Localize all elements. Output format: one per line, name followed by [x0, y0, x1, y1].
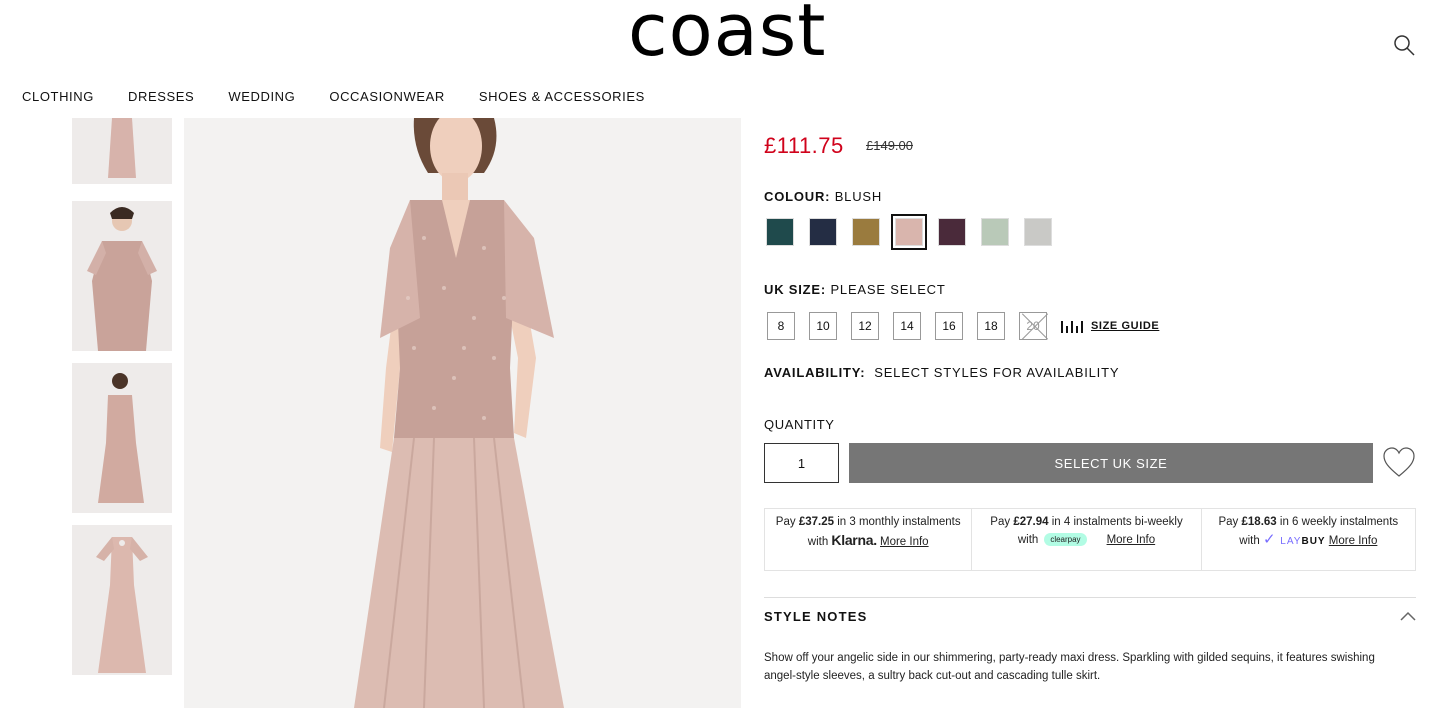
quantity-label: QUANTITY	[764, 417, 835, 432]
clearpay-more-info-link[interactable]: More Info	[1107, 534, 1156, 546]
style-notes-title[interactable]: STYLE NOTES	[764, 609, 868, 624]
payment-options: Pay £37.25 in 3 monthly instalments with…	[764, 508, 1416, 571]
size-option-20[interactable]: 20	[1019, 312, 1047, 340]
nav-wedding[interactable]: WEDDING	[228, 89, 295, 104]
colour-swatch-gold[interactable]	[852, 218, 880, 246]
colour-value: BLUSH	[834, 189, 883, 204]
size-option-8[interactable]: 8	[767, 312, 795, 340]
colour-swatch-navy[interactable]	[809, 218, 837, 246]
ruler-icon[interactable]	[1061, 319, 1083, 333]
nav-occasionwear[interactable]: OCCASIONWEAR	[329, 89, 445, 104]
size-options: 8 10 12 14 16 18 20 SIZE GUIDE	[767, 312, 1159, 340]
klarna-more-info-link[interactable]: More Info	[880, 536, 929, 548]
clearpay-logo: clearpay	[1044, 533, 1087, 547]
main-product-image[interactable]	[184, 118, 741, 708]
chevron-up-icon[interactable]	[1399, 610, 1417, 622]
size-guide-link[interactable]: SIZE GUIDE	[1091, 320, 1159, 332]
colour-swatches	[766, 214, 1067, 250]
wishlist-heart-icon[interactable]	[1382, 446, 1416, 480]
klarna-option: Pay £37.25 in 3 monthly instalments with…	[765, 509, 973, 570]
size-option-18[interactable]: 18	[977, 312, 1005, 340]
colour-swatch-blush[interactable]	[891, 214, 927, 250]
size-option-16[interactable]: 16	[935, 312, 963, 340]
sale-price: £111.75	[764, 133, 844, 158]
laybuy-logo: ✓ LAYBUY	[1262, 531, 1326, 548]
size-label: UK SIZE: PLEASE SELECT	[764, 282, 946, 297]
size-option-10[interactable]: 10	[809, 312, 837, 340]
availability-value: SELECT STYLES FOR AVAILABILITY	[874, 365, 1120, 380]
divider	[764, 597, 1416, 598]
colour-swatch-sage[interactable]	[981, 218, 1009, 246]
colour-label: COLOUR: BLUSH	[764, 189, 883, 204]
original-price: £149.00	[866, 138, 913, 153]
thumbnail-1[interactable]	[72, 118, 172, 184]
thumbnail-3[interactable]	[72, 363, 172, 513]
nav-clothing[interactable]: CLOTHING	[22, 89, 94, 104]
quantity-field[interactable]: 1	[764, 443, 839, 483]
colour-swatch-teal[interactable]	[766, 218, 794, 246]
laybuy-option: Pay £18.63 in 6 weekly instalments with …	[1218, 516, 1399, 548]
search-icon[interactable]	[1392, 33, 1416, 57]
klarna-logo: Klarna.	[831, 532, 877, 548]
brand-logo[interactable]: coast	[628, 0, 827, 66]
clearpay-option: Pay £27.94 in 4 instalments bi-weekly wi…	[972, 509, 1202, 570]
main-nav: CLOTHING DRESSES WEDDING OCCASIONWEAR SH…	[22, 89, 679, 104]
size-option-12[interactable]: 12	[851, 312, 879, 340]
laybuy-more-info-link[interactable]: More Info	[1329, 535, 1378, 547]
colour-swatch-silver[interactable]	[1024, 218, 1052, 246]
thumbnail-2[interactable]	[72, 201, 172, 351]
size-option-14[interactable]: 14	[893, 312, 921, 340]
size-value: PLEASE SELECT	[830, 282, 946, 297]
add-to-bag-button[interactable]: SELECT UK SIZE	[849, 443, 1373, 483]
thumbnail-4[interactable]	[72, 525, 172, 675]
nav-dresses[interactable]: DRESSES	[128, 89, 194, 104]
availability: AVAILABILITY: SELECT STYLES FOR AVAILABI…	[764, 365, 1120, 380]
nav-shoes-accessories[interactable]: SHOES & ACCESSORIES	[479, 89, 645, 104]
colour-swatch-plum[interactable]	[938, 218, 966, 246]
style-notes-text: Show off your angelic side in our shimme…	[764, 652, 1375, 682]
